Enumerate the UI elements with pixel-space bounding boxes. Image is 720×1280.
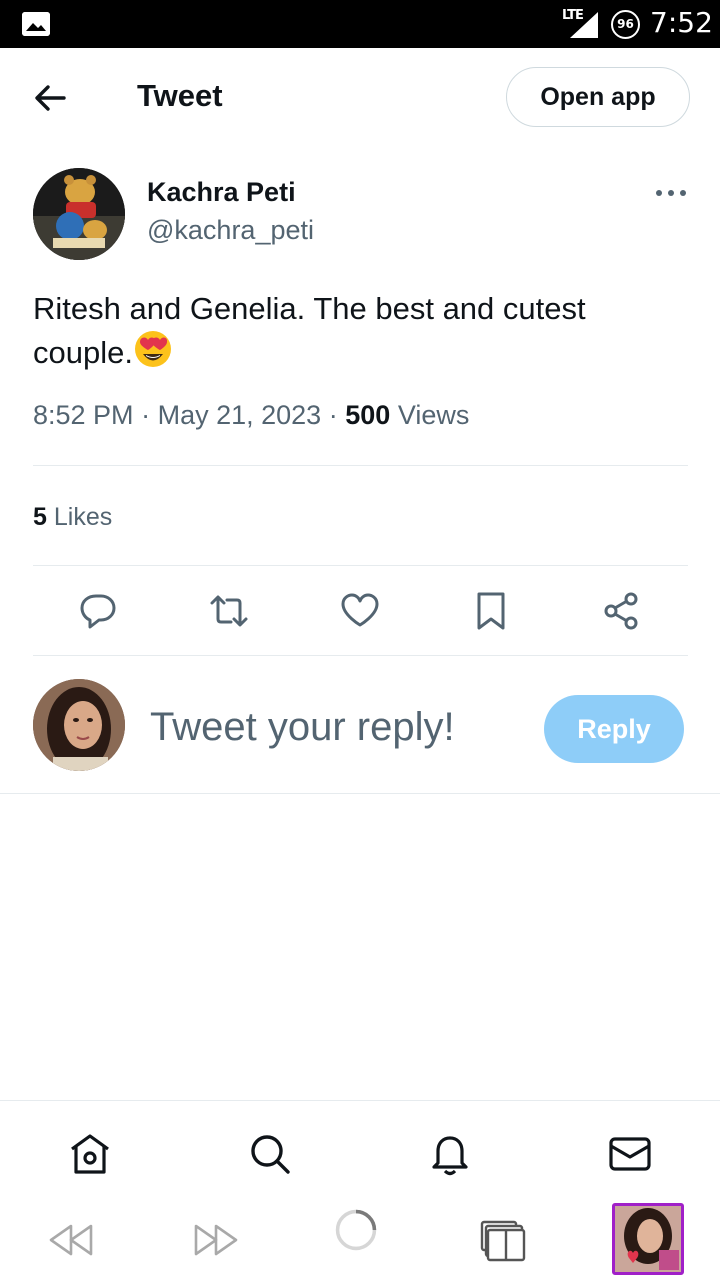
views-label: Views (397, 400, 470, 430)
likes-count: 5 (33, 503, 47, 531)
tweet-date[interactable]: May 21, 2023 (158, 400, 322, 430)
top-header: Tweet Open app (0, 48, 720, 146)
open-app-button[interactable]: Open app (506, 67, 690, 127)
bottom-tab-bar (0, 1100, 720, 1200)
rewind-icon[interactable] (45, 1218, 97, 1262)
tweet-text: Ritesh and Genelia. The best and cutest … (33, 288, 683, 373)
battery-indicator: 96 (611, 10, 640, 39)
home-icon[interactable] (67, 1131, 113, 1177)
loading-icon[interactable] (330, 1208, 392, 1270)
heart-eyes-emoji-icon (133, 329, 173, 369)
author-handle[interactable]: @kachra_peti (147, 215, 314, 246)
divider (33, 565, 688, 566)
bookmark-icon[interactable] (469, 589, 513, 633)
like-icon[interactable] (338, 589, 382, 633)
tabs-icon[interactable] (478, 1218, 530, 1262)
tweet-text-content: Ritesh and Genelia. The best and cutest … (33, 291, 586, 370)
notifications-icon[interactable] (427, 1131, 473, 1177)
back-arrow-icon[interactable] (30, 78, 70, 118)
divider (33, 655, 688, 656)
likes-summary[interactable]: 5 Likes (33, 503, 112, 532)
messages-icon[interactable] (607, 1131, 653, 1177)
likes-label: Likes (53, 503, 113, 531)
tweet-metadata: 8:52 PM · May 21, 2023 · 500 Views (33, 400, 469, 431)
browser-nav-bar (0, 1200, 720, 1280)
reply-icon[interactable] (76, 589, 120, 633)
share-icon[interactable] (600, 589, 644, 633)
reply-input[interactable] (150, 702, 530, 752)
fast-forward-icon[interactable] (190, 1218, 242, 1262)
author-avatar[interactable] (33, 168, 125, 260)
tab-thumbnail[interactable] (612, 1203, 684, 1275)
views-count: 500 (345, 400, 391, 430)
user-avatar[interactable] (33, 679, 125, 771)
retweet-icon[interactable] (207, 589, 251, 633)
clock: 7:52 (650, 6, 713, 39)
divider (0, 793, 720, 794)
reply-button[interactable]: Reply (544, 695, 684, 763)
search-icon[interactable] (247, 1131, 293, 1177)
meta-separator: · (328, 400, 338, 430)
author-name[interactable]: Kachra Peti (147, 177, 296, 208)
meta-separator: · (141, 400, 151, 430)
tweet-time[interactable]: 8:52 PM (33, 400, 134, 430)
signal-icon (568, 10, 600, 40)
divider (33, 465, 688, 466)
page-title: Tweet (137, 78, 223, 113)
more-options-icon[interactable] (654, 184, 688, 202)
gallery-notification-icon (22, 12, 50, 36)
status-bar: LTE 96 7:52 (0, 0, 720, 48)
